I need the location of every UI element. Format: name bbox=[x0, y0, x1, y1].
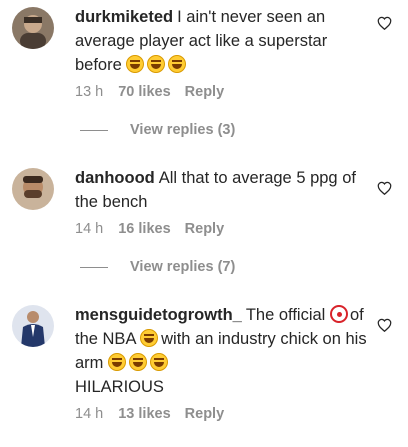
laughing-emoji-icon bbox=[168, 55, 187, 73]
laughing-emoji-icon bbox=[108, 353, 127, 371]
laughing-emoji-icon bbox=[126, 55, 145, 73]
timestamp: 13 h bbox=[75, 84, 104, 100]
reply-button[interactable]: Reply bbox=[185, 406, 225, 422]
view-replies-button[interactable]: View replies (3) bbox=[80, 122, 408, 138]
comment-text: The official bbox=[245, 306, 326, 324]
divider bbox=[80, 129, 108, 131]
laughing-emoji-icon bbox=[150, 353, 169, 371]
avatar[interactable] bbox=[12, 168, 54, 210]
reply-button[interactable]: Reply bbox=[185, 221, 225, 237]
likes-count[interactable]: 16 likes bbox=[118, 221, 170, 237]
likes-count[interactable]: 13 likes bbox=[118, 406, 170, 422]
username[interactable]: mensguidetogrowth_ bbox=[75, 306, 242, 324]
clown-emoji-icon bbox=[329, 305, 348, 323]
timestamp: 14 h bbox=[75, 406, 104, 422]
comment-text: HILARIOUS bbox=[75, 378, 164, 396]
avatar[interactable] bbox=[12, 305, 54, 347]
view-replies-label[interactable]: View replies (7) bbox=[130, 259, 235, 275]
laughing-emoji-icon bbox=[140, 329, 159, 347]
heart-outline-icon[interactable] bbox=[377, 181, 392, 195]
laughing-emoji-icon bbox=[129, 353, 148, 371]
comment: durkmiketed I ain't never seen an average… bbox=[0, 0, 408, 100]
timestamp: 14 h bbox=[75, 221, 104, 237]
comment: mensguidetogrowth_ The official of the NB… bbox=[0, 303, 408, 422]
heart-outline-icon[interactable] bbox=[377, 318, 392, 332]
likes-count[interactable]: 70 likes bbox=[118, 84, 170, 100]
username[interactable]: danhoood bbox=[75, 169, 155, 187]
comment: danhoood All that to average 5 ppg of the… bbox=[0, 166, 408, 237]
reply-button[interactable]: Reply bbox=[185, 84, 225, 100]
divider bbox=[80, 266, 108, 268]
laughing-emoji-icon bbox=[147, 55, 166, 73]
view-replies-label[interactable]: View replies (3) bbox=[130, 122, 235, 138]
heart-outline-icon[interactable] bbox=[377, 16, 392, 30]
username[interactable]: durkmiketed bbox=[75, 8, 173, 26]
avatar[interactable] bbox=[12, 7, 54, 49]
view-replies-button[interactable]: View replies (7) bbox=[80, 259, 408, 275]
